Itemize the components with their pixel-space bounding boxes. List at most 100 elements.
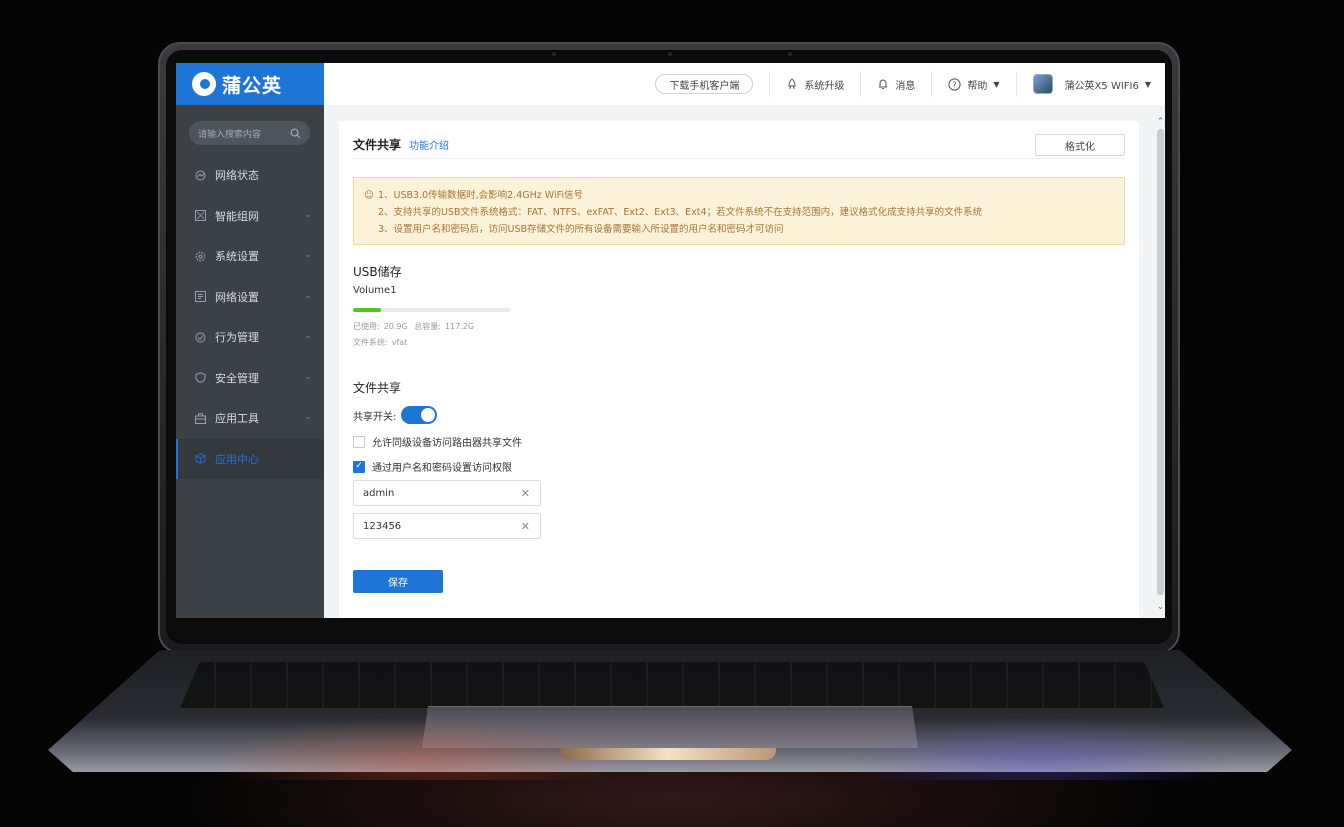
sidebar-item-behavior-management[interactable]: 行为管理 ⌄ (176, 317, 324, 358)
auth-access-checkbox[interactable]: ✓ (353, 460, 365, 473)
auth-access-label: 通过用户名和密码设置访问权限 (372, 463, 512, 474)
file-share-section-title: 文件共享 (353, 381, 402, 395)
sidebar-item-system-settings[interactable]: 系统设置 ⌄ (176, 236, 324, 277)
share-toggle[interactable] (401, 406, 438, 424)
allow-peer-access-checkbox[interactable] (353, 435, 365, 448)
gear-icon (195, 251, 206, 262)
system-upgrade-button[interactable]: 系统升级 (770, 77, 860, 92)
total-label: 总容量: (414, 322, 441, 331)
chevron-down-icon: ⌄ (304, 290, 312, 301)
caret-down-icon: ▼ (1144, 79, 1151, 89)
keyboard (180, 662, 1164, 708)
volume-usage: 已使用: 20.9G 总容量: 117.2G (353, 321, 478, 332)
help-icon: ? (948, 77, 961, 91)
fs-value: vfat (391, 338, 408, 347)
laptop-mockup: 蒲公英 请输入搜索内容 网络状态 智能组网 ⌄ 系统设置 ⌄ 网络设置 ⌄ 行为… (0, 0, 1344, 827)
allow-peer-access-row[interactable]: 允许同级设备访问路由器共享文件 (353, 434, 522, 449)
toolbox-icon (195, 413, 206, 424)
sidebar-item-app-center[interactable]: 应用中心 (176, 438, 324, 479)
notice-line: 3、设置用户名和密码后，访问USB存储文件的所有设备需要输入所设置的用户名和密码… (378, 224, 784, 235)
password-input[interactable] (363, 520, 503, 532)
messages-label: 消息 (895, 80, 916, 92)
save-button[interactable]: 保存 (353, 570, 443, 593)
scroll-down-icon[interactable]: ⌄ (1156, 602, 1165, 612)
svg-text:?: ? (953, 80, 957, 89)
device-name: 蒲公英X5 WIFI6 (1064, 80, 1139, 92)
help-dropdown[interactable]: ? 帮助 ▼ (932, 77, 1015, 92)
logo-icon (192, 72, 216, 96)
system-upgrade-label: 系统升级 (804, 80, 845, 92)
logo-text: 蒲公英 (222, 74, 283, 97)
download-app-button[interactable]: 下载手机客户端 (655, 74, 754, 94)
shield-icon (195, 372, 206, 384)
sidebar-item-network-status[interactable]: 网络状态 (176, 155, 324, 196)
page-title: 文件共享 (353, 138, 402, 152)
router-admin-screen: 蒲公英 请输入搜索内容 网络状态 智能组网 ⌄ 系统设置 ⌄ 网络设置 ⌄ 行为… (176, 63, 1165, 618)
chevron-down-icon: ⌄ (304, 331, 312, 341)
upgrade-icon (788, 78, 796, 90)
messages-button[interactable]: 消息 (861, 77, 931, 92)
sidebar-item-label: 网络状态 (215, 169, 259, 183)
logo-bar[interactable]: 蒲公英 (176, 63, 324, 105)
volume-filesystem: 文件系统: vfat (353, 337, 411, 348)
search-placeholder: 请输入搜索内容 (198, 129, 262, 140)
feature-intro-link[interactable]: 功能介绍 (409, 137, 449, 152)
username-field[interactable]: ✕ (353, 480, 541, 506)
used-value: 20.9G (383, 322, 408, 331)
notice-box: ☺ 1、USB3.0传输数据时,会影响2.4GHz WiFi信号 2、支持共享的U… (353, 177, 1125, 245)
sidebar-item-label: 安全管理 (215, 371, 259, 385)
chevron-down-icon: ⌄ (304, 371, 312, 382)
file-share-card: 文件共享 功能介绍 格式化 ☺ 1、USB3.0传输数据时,会影响2.4GHz W… (339, 121, 1139, 618)
smart-network-icon (195, 210, 206, 222)
share-switch-label: 共享开关: (353, 411, 397, 423)
sidebar-item-label: 网络设置 (215, 290, 259, 304)
router-icon (1032, 74, 1053, 94)
scroll-thumb[interactable] (1157, 129, 1164, 595)
behavior-icon (195, 332, 206, 343)
network-status-icon (195, 170, 206, 181)
volume-name: Volume1 (353, 285, 397, 296)
cube-icon (195, 453, 206, 464)
smile-icon: ☺ (364, 190, 374, 201)
sidebar-item-smart-network[interactable]: 智能组网 ⌄ (176, 196, 324, 237)
device-dropdown[interactable]: 蒲公英X5 WIFI6 ▼ (1017, 74, 1165, 94)
help-label: 帮助 (967, 80, 988, 92)
trackpad (422, 706, 918, 748)
chevron-down-icon: ⌄ (304, 209, 312, 220)
sidebar-item-label: 应用工具 (215, 412, 259, 426)
caret-down-icon: ▼ (993, 79, 1000, 89)
camera-bar (552, 52, 792, 56)
bell-icon (879, 79, 888, 89)
clear-icon[interactable]: ✕ (521, 487, 530, 500)
sidebar-item-security-management[interactable]: 安全管理 ⌄ (176, 358, 324, 399)
used-label: 已使用: (353, 322, 380, 331)
search-icon[interactable] (290, 128, 301, 139)
sidebar: 蒲公英 请输入搜索内容 网络状态 智能组网 ⌄ 系统设置 ⌄ 网络设置 ⌄ 行为… (176, 63, 324, 618)
allow-peer-access-label: 允许同级设备访问路由器共享文件 (372, 438, 522, 449)
scrollbar[interactable]: ⌃ ⌄ (1156, 115, 1165, 618)
auth-access-row[interactable]: ✓ 通过用户名和密码设置访问权限 (353, 459, 512, 474)
usage-progress-fill (353, 308, 381, 312)
usb-storage-title: USB储存 (353, 265, 402, 279)
sidebar-item-app-tools[interactable]: 应用工具 ⌄ (176, 398, 324, 439)
main-content: 文件共享 功能介绍 格式化 ☺ 1、USB3.0传输数据时,会影响2.4GHz W… (324, 105, 1165, 618)
usage-progress-bar (353, 308, 510, 312)
sidebar-search-input[interactable]: 请输入搜索内容 (189, 121, 310, 145)
notice-line: ☺ 1、USB3.0传输数据时,会影响2.4GHz WiFi信号 (364, 187, 1114, 204)
sidebar-item-label: 应用中心 (215, 452, 259, 466)
sidebar-item-label: 系统设置 (215, 250, 259, 264)
chevron-down-icon: ⌄ (304, 250, 312, 260)
checkmark-icon: ✓ (355, 461, 363, 471)
fs-label: 文件系统: (353, 338, 388, 347)
hinge-light (560, 748, 776, 760)
scroll-up-icon[interactable]: ⌃ (1156, 117, 1165, 127)
sidebar-item-network-settings[interactable]: 网络设置 ⌄ (176, 277, 324, 318)
sidebar-item-label: 行为管理 (215, 331, 259, 345)
username-input[interactable] (363, 487, 503, 499)
format-button[interactable]: 格式化 (1035, 134, 1125, 156)
network-settings-icon (195, 291, 206, 303)
notice-line: 2、支持共享的USB文件系统格式：FAT、NTFS、exFAT、Ext2、Ext… (378, 207, 983, 218)
password-field[interactable]: ✕ (353, 513, 541, 539)
chevron-down-icon: ⌄ (304, 412, 312, 422)
clear-icon[interactable]: ✕ (521, 520, 530, 533)
